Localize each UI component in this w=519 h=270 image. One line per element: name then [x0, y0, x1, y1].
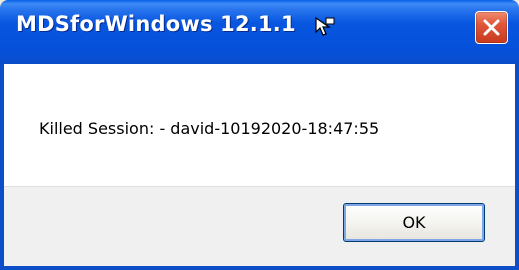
dialog-client-area: Killed Session: - david-10192020-18:47:5…	[4, 64, 515, 266]
ok-button[interactable]: OK	[343, 203, 485, 242]
window-frame-bottom	[0, 266, 519, 270]
title-bar[interactable]: MDSforWindows 12.1.1	[0, 0, 519, 64]
button-area: OK	[4, 186, 515, 266]
dialog-window: MDSforWindows 12.1.1 Killed Session: - d…	[0, 0, 519, 270]
cursor-icon	[314, 16, 336, 38]
window-title: MDSforWindows 12.1.1	[16, 12, 296, 36]
close-icon	[483, 19, 500, 36]
close-button[interactable]	[475, 11, 508, 44]
message-text: Killed Session: - david-10192020-18:47:5…	[39, 119, 380, 138]
message-area: Killed Session: - david-10192020-18:47:5…	[4, 64, 515, 186]
window-frame-right	[515, 64, 519, 270]
